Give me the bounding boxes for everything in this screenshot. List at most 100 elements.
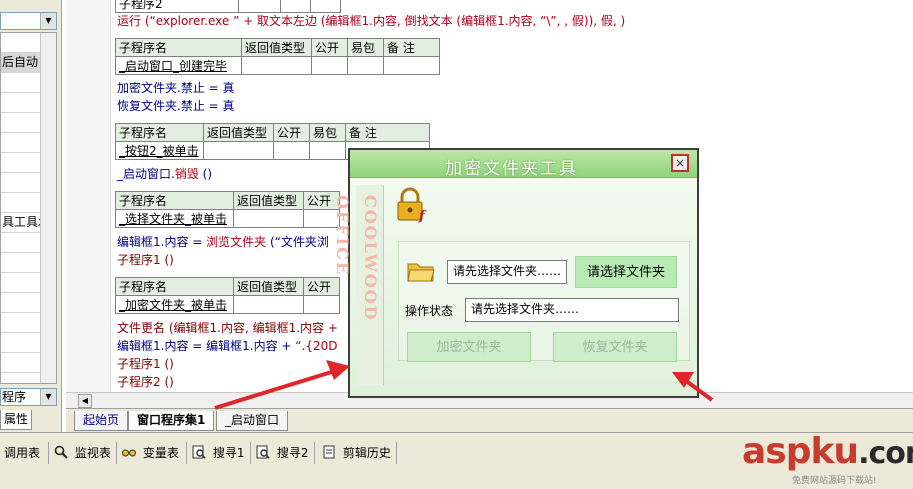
sub-table-1: 子程序名 返回值类型 公开 易包 备 注 _启动窗口_创建完毕: [115, 38, 440, 75]
code-token: (“文件夹浏: [266, 235, 329, 249]
code-keyword: 浏览文件夹: [206, 235, 267, 249]
header-cell: 返回值类型: [233, 277, 304, 296]
header-cell: 子程序名: [115, 123, 204, 142]
code-keyword: 销毁: [174, 167, 199, 181]
operation-group: 请先选择文件夹…… 请选择文件夹 操作状态 请先选择文件夹…… 加密文件夹 恢复…: [398, 241, 690, 362]
side-banner-text: COOLWOOD OFFICE: [333, 195, 380, 322]
header-cell: 返回值类型: [203, 123, 274, 142]
header-cell: 备 注: [345, 123, 430, 142]
header-cell: 备 注: [383, 38, 440, 57]
magnifier-icon: [54, 445, 68, 459]
sub-name-cell[interactable]: _加密文件夹_被单击: [115, 295, 234, 314]
header-cell: 公开: [303, 277, 340, 296]
chevron-down-icon[interactable]: ▼: [40, 389, 56, 405]
header-cell: 子程序名: [115, 191, 234, 210]
code-token: 运行 (“: [117, 14, 156, 28]
lock-icon: f: [397, 187, 427, 223]
sub-name-cell[interactable]: _按钮2_被单击: [115, 141, 204, 160]
encrypt-folder-button[interactable]: 加密文件夹: [407, 332, 531, 362]
dialog-title: 加密文件夹工具: [445, 159, 578, 179]
sub-name-cell[interactable]: _启动窗口_创建完毕: [115, 56, 242, 75]
category-combo[interactable]: 程序 ▼: [0, 388, 57, 406]
code-token: ” + 取文本左边 (编辑框1.内容,: [229, 14, 405, 28]
status-field: 请先选择文件夹……: [465, 298, 679, 322]
encrypt-folder-dialog: 加密文件夹工具 × COOLWOOD OFFICE f 请先选择文件夹…… 请选…: [333, 148, 699, 398]
watermark-subtitle: 免费网站源码下载站!: [792, 476, 877, 486]
search1-button[interactable]: 搜寻1: [192, 442, 244, 464]
call-table-button[interactable]: 调用表: [4, 442, 40, 464]
sub-table-3: 子程序名 返回值类型 公开 _选择文件夹_被单击: [115, 191, 340, 228]
svg-text:f: f: [418, 209, 427, 223]
object-combo[interactable]: ▼: [0, 12, 57, 30]
dialog-title-bar[interactable]: 加密文件夹工具 ×: [350, 150, 697, 179]
code-token: 编辑框1.内容 = 编辑框1.内容 +: [117, 339, 296, 353]
tab-start-page[interactable]: 起始页: [74, 411, 129, 431]
property-list: 后自动 具工具木: [0, 32, 57, 384]
code-line-run[interactable]: 运行 (“explorer.exe ” + 取文本左边 (编辑框1.内容, 倒找…: [117, 13, 625, 29]
code-string: explorer.exe: [155, 14, 230, 28]
watermark-logo-text: aspku: [742, 431, 859, 472]
search1-label: 搜寻1: [212, 446, 245, 460]
code-line[interactable]: _启动窗口.销毁 (): [117, 166, 212, 182]
watermark-tld: .com: [858, 436, 913, 471]
sub-name-cell[interactable]: _选择文件夹_被单击: [115, 209, 234, 228]
tab-window-assembly[interactable]: 窗口程序集1: [128, 411, 215, 431]
code-token: 倒找文本: [404, 14, 453, 28]
search-list-icon: [256, 445, 270, 459]
code-string: “.{20D: [295, 339, 338, 353]
code-line[interactable]: 恢复文件夹.禁止 = 真: [117, 98, 235, 114]
watch-table-button[interactable]: 监视表: [54, 442, 111, 464]
toolbar-divider: [186, 442, 187, 464]
toolbar-divider: [116, 442, 117, 464]
tab-properties[interactable]: 属性: [0, 410, 32, 430]
scroll-left-icon[interactable]: ◀: [78, 394, 92, 408]
choose-folder-button[interactable]: 请选择文件夹: [575, 256, 677, 288]
code-line[interactable]: 子程序1 (): [117, 252, 174, 268]
code-line[interactable]: 编辑框1.内容 = 编辑框1.内容 + “.{20D: [117, 338, 337, 354]
variable-table-label: 变量表: [142, 446, 179, 460]
search2-label: 搜寻2: [276, 446, 309, 460]
header-cell: 返回值类型: [241, 38, 312, 57]
code-line[interactable]: 子程序1 (): [117, 356, 174, 372]
folder-icon: [407, 263, 435, 282]
toolbar-divider: [314, 442, 315, 464]
toolbar-divider: [250, 442, 251, 464]
code-line[interactable]: 子程序2 (): [117, 374, 174, 390]
sub-name-cell: 子程序2: [115, 0, 239, 13]
status-label: 操作状态: [405, 304, 454, 318]
dialog-body: COOLWOOD OFFICE f 请先选择文件夹…… 请选择文件夹 操作状态 …: [333, 179, 697, 396]
watermark-logo: aspku.com: [742, 432, 913, 474]
tab-start-window[interactable]: _启动窗口: [216, 411, 289, 431]
watermark: aspku.com 免费网站源码下载站!: [742, 426, 913, 489]
sub-table-partial: 子程序2: [115, 0, 341, 13]
clip-history-label: 剪辑历史: [342, 446, 391, 460]
code-line[interactable]: 加密文件夹.禁止 = 真: [117, 80, 235, 96]
toolbar-divider: [48, 442, 49, 464]
clip-history-button[interactable]: 剪辑历史: [322, 442, 391, 464]
code-line[interactable]: 编辑框1.内容 = 浏览文件夹 (“文件夹浏: [117, 234, 329, 250]
category-combo-value: 程序: [2, 390, 27, 404]
search-list-icon: [192, 445, 206, 459]
header-cell: 返回值类型: [233, 191, 304, 210]
variable-table-button[interactable]: 变量表: [122, 442, 179, 464]
sub-table-4: 子程序名 返回值类型 公开 _加密文件夹_被单击: [115, 277, 340, 314]
restore-folder-button[interactable]: 恢复文件夹: [553, 332, 677, 362]
code-line[interactable]: 文件更名 (编辑框1.内容, 编辑框1.内容 +: [117, 320, 338, 336]
editor-gutter: [66, 0, 111, 392]
folder-path-field[interactable]: 请先选择文件夹……: [447, 260, 567, 284]
code-token: (): [198, 167, 213, 181]
header-cell: 子程序名: [115, 38, 242, 57]
header-cell: 公开: [311, 38, 348, 57]
code-token: 编辑框1.内容 =: [117, 235, 207, 249]
watch-table-label: 监视表: [74, 446, 111, 460]
code-token: _启动窗口.: [117, 167, 175, 181]
side-banner: COOLWOOD OFFICE: [333, 185, 384, 385]
vertical-scrollbar[interactable]: [40, 33, 56, 383]
close-button[interactable]: ×: [671, 154, 689, 172]
call-table-label: 调用表: [4, 446, 41, 460]
property-panel: ▼ 后自动 具工具木 程序 ▼ 属性: [0, 0, 62, 432]
header-cell: 易包: [347, 38, 384, 57]
search2-button[interactable]: 搜寻2: [256, 442, 308, 464]
chevron-down-icon[interactable]: ▼: [40, 13, 56, 29]
header-cell: 易包: [309, 123, 346, 142]
